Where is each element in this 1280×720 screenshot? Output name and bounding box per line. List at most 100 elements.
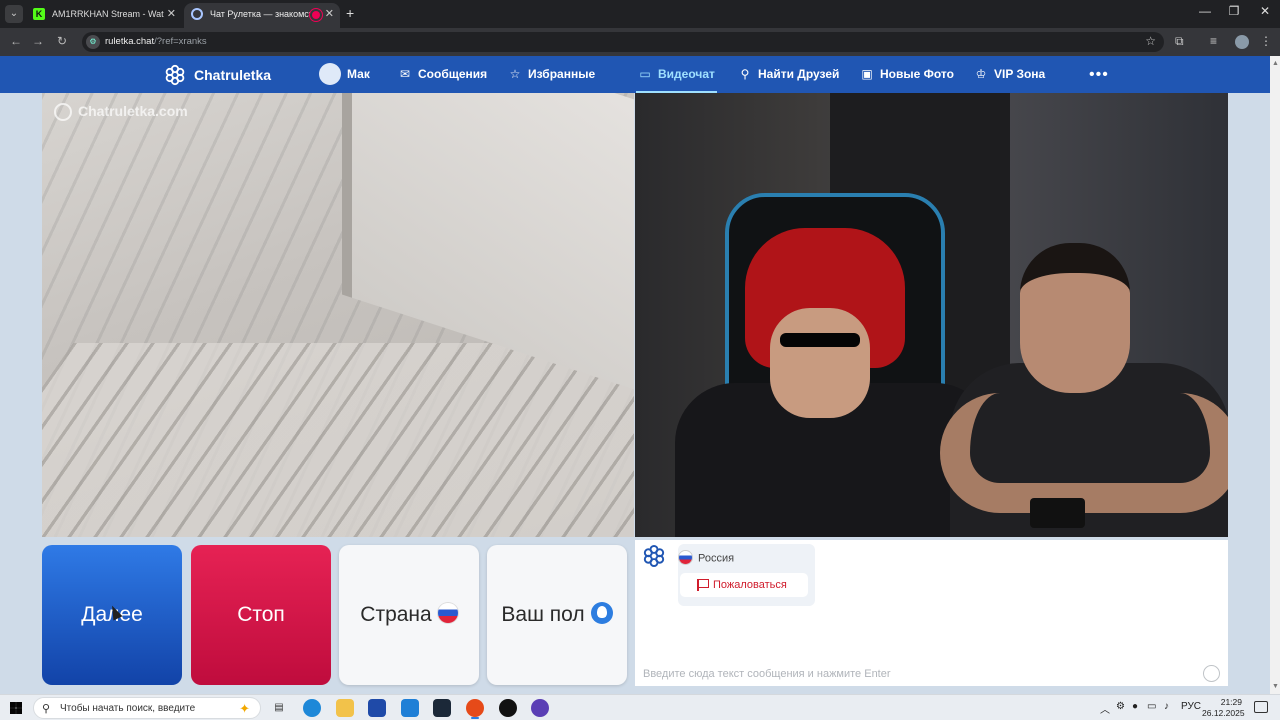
nav-label: Сообщения [418, 67, 488, 81]
chat-panel: Россия Пожаловаться [635, 540, 1228, 686]
scroll-up-icon[interactable]: ▲ [1272, 60, 1279, 67]
steam-icon[interactable] [433, 699, 451, 717]
tab-kick-stream[interactable]: K AM1RRKHAN Stream - Watch L ✕ [26, 3, 182, 28]
browser-toolbar: ← → ↻ ⚙ ruletka.chat/?ref=xranks ☆ ⧉ ≡ ⋮ [0, 28, 1280, 56]
nav-find-friends[interactable]: ⚲ Найти Друзей [738, 56, 840, 93]
stop-button[interactable]: Стоп [191, 545, 331, 685]
emoji-icon[interactable] [1203, 665, 1220, 682]
edge-icon[interactable] [303, 699, 321, 717]
browser-tabstrip: ⌄ K AM1RRKHAN Stream - Watch L ✕ Чат Рул… [0, 0, 1280, 28]
site-info-icon[interactable]: ⚙ [86, 35, 100, 49]
gender-label: Ваш пол [501, 603, 585, 626]
input-language[interactable]: РУС [1181, 701, 1201, 712]
chatruletka-icon [191, 8, 203, 20]
task-view-icon[interactable]: ▤ [270, 699, 288, 717]
chatruletka-logo-icon [643, 544, 665, 568]
tab-search-button[interactable]: ⌄ [5, 5, 23, 23]
photo-icon: ▣ [861, 67, 873, 81]
store-icon[interactable] [368, 699, 386, 717]
partner-video [635, 93, 1228, 537]
country-label: Страна [360, 603, 432, 626]
nav-videochat[interactable]: ▭ Видеочат [636, 56, 717, 93]
close-window-icon[interactable]: ✕ [1250, 4, 1280, 18]
nav-new-photos[interactable]: ▣ Новые Фото [860, 56, 954, 93]
close-tab-icon[interactable]: ✕ [167, 3, 176, 25]
tab-chatruletka[interactable]: Чат Рулетка — знакомств ✕ [184, 3, 340, 28]
nav-messages[interactable]: ✉ Сообщения [398, 56, 487, 93]
network-icon[interactable]: ▭ [1147, 701, 1156, 712]
site-logo-text[interactable]: Chatruletka [194, 67, 271, 83]
male-avatar-icon [590, 602, 613, 625]
microphone-icon[interactable]: ● [1132, 701, 1138, 712]
tab-title: Чат Рулетка — знакомств [210, 9, 318, 19]
report-flag-icon [697, 579, 709, 591]
report-button[interactable]: Пожаловаться [680, 573, 808, 597]
maximize-icon[interactable]: ❐ [1219, 4, 1249, 18]
nav-label: Избранные [528, 67, 596, 81]
minimize-icon[interactable]: — [1190, 4, 1220, 18]
taskbar: ⚲ Чтобы начать поиск, введите ✦ ▤ ︿ ⚙ ● … [0, 694, 1280, 720]
forward-icon[interactable]: → [30, 34, 46, 48]
taskbar-search-placeholder: Чтобы начать поиск, введите [60, 703, 196, 714]
scroll-down-icon[interactable]: ▼ [1272, 683, 1279, 690]
avatar-icon [319, 62, 341, 85]
video-scene [42, 343, 634, 537]
kick-icon: K [33, 8, 45, 20]
file-explorer-icon[interactable] [336, 699, 354, 717]
bookmark-star-icon[interactable]: ☆ [1145, 34, 1156, 48]
chatruletka-logo-icon[interactable] [164, 64, 186, 86]
chat-message-input[interactable] [635, 661, 1228, 686]
tray-app-icon[interactable]: ⚙ [1116, 701, 1125, 712]
url-text: ruletka.chat/?ref=xranks [105, 36, 207, 47]
chatruletka-logo-icon [54, 103, 72, 122]
tray-chevron-icon[interactable]: ︿ [1100, 701, 1110, 716]
app-icon[interactable] [531, 699, 549, 717]
outlook-icon[interactable] [401, 699, 419, 717]
reload-icon[interactable]: ↻ [54, 34, 70, 48]
new-tab-button[interactable]: + [346, 5, 354, 21]
more-menu-icon[interactable]: ••• [1089, 56, 1109, 93]
chrome-icon[interactable] [466, 699, 484, 717]
mail-icon: ✉ [399, 67, 411, 81]
nav-label: Видеочат [658, 67, 715, 81]
local-video [42, 93, 634, 537]
tab-title: AM1RRKHAN Stream - Watch L [52, 9, 164, 19]
system-clock[interactable]: 21:29 26.12.2025 [1202, 697, 1245, 719]
video-scene [1030, 498, 1085, 528]
partner-country: Россия [679, 551, 735, 565]
close-tab-icon[interactable]: ✕ [325, 3, 334, 25]
profile-avatar[interactable] [1235, 35, 1249, 49]
url-host: ruletka.chat [105, 36, 155, 47]
page-scrollbar[interactable] [1270, 56, 1280, 694]
video-scene [780, 333, 860, 347]
media-controls-icon[interactable]: ≡ [1210, 34, 1217, 48]
obs-icon[interactable] [499, 699, 517, 717]
sparkle-icon: ✦ [239, 701, 250, 716]
country-button[interactable]: Страна [339, 545, 479, 685]
site-header: Chatruletka Мак ✉ Сообщения ☆ Избранные ▭ В… [0, 56, 1270, 93]
back-icon[interactable]: ← [8, 34, 24, 48]
clock-date: 26.12.2025 [1202, 708, 1245, 718]
video-camera-icon: ▭ [639, 67, 651, 81]
star-icon: ☆ [509, 67, 521, 81]
active-app-indicator [471, 717, 479, 719]
address-bar[interactable]: ⚙ ruletka.chat/?ref=xranks ☆ [82, 32, 1164, 52]
browser-menu-icon[interactable]: ⋮ [1260, 34, 1272, 48]
windows-start-icon[interactable] [10, 702, 22, 714]
nav-favorites[interactable]: ☆ Избранные [508, 56, 596, 93]
nav-profile[interactable]: Мак [319, 56, 370, 93]
nav-label: Мак [347, 67, 370, 81]
notifications-icon[interactable] [1254, 701, 1268, 713]
video-scene [940, 393, 1228, 513]
russia-flag-icon [679, 551, 692, 564]
extensions-icon[interactable]: ⧉ [1175, 34, 1184, 49]
taskbar-search[interactable]: ⚲ Чтобы начать поиск, введите ✦ [33, 697, 261, 719]
search-icon: ⚲ [42, 703, 51, 715]
nav-label: Новые Фото [880, 67, 954, 81]
volume-icon[interactable]: ♪ [1164, 701, 1169, 712]
partner-country-label: Россия [698, 552, 735, 565]
nav-vip[interactable]: ♔ VIP Зона [974, 56, 1046, 93]
url-path: /?ref=xranks [154, 36, 207, 47]
recording-indicator-icon [312, 11, 320, 19]
gender-button[interactable]: Ваш пол [487, 545, 627, 685]
